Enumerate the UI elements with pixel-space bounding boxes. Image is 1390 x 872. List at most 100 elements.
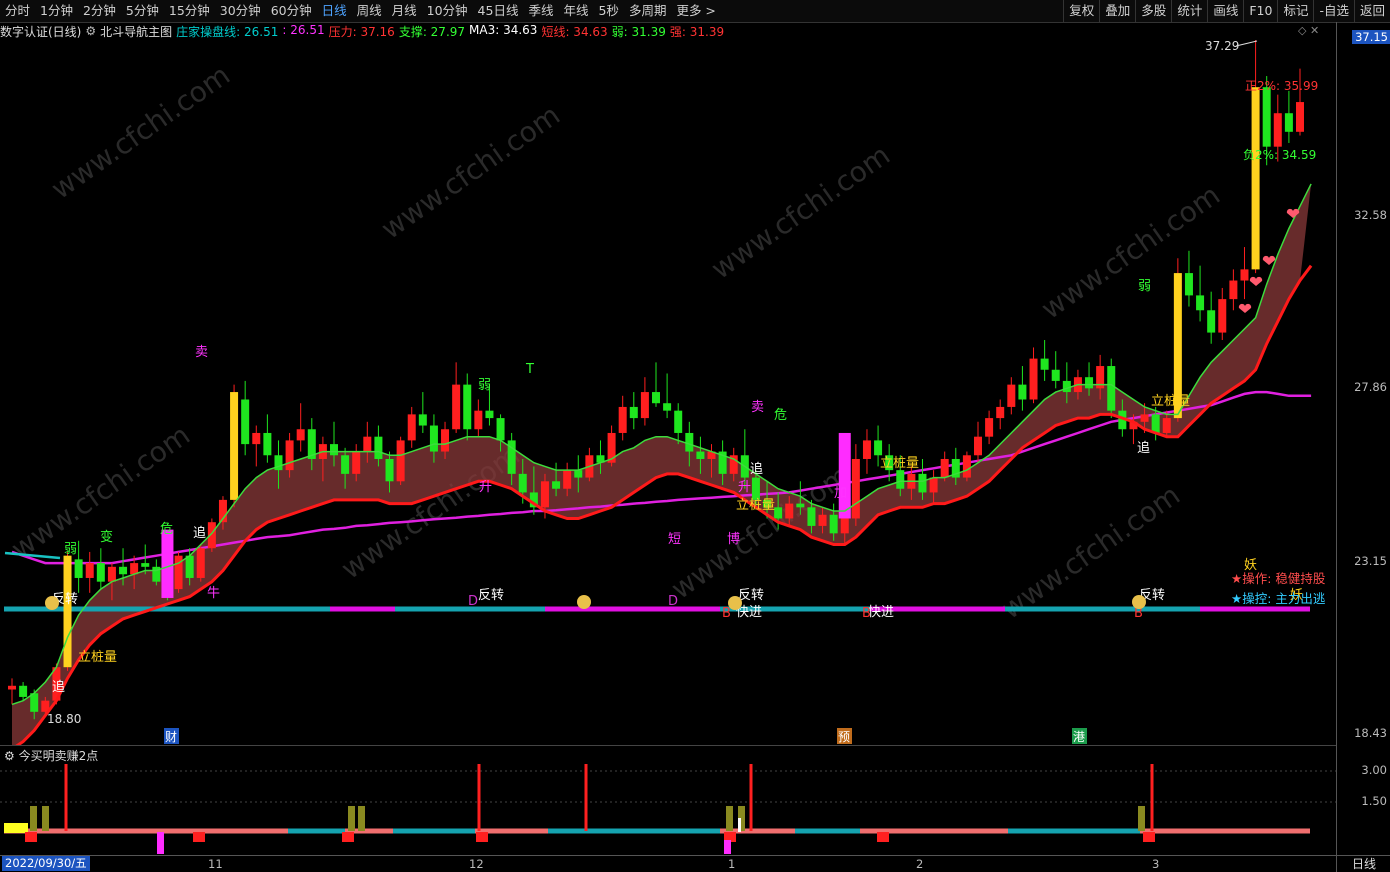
signal-label: 追 (1137, 440, 1150, 456)
signal-label: 弱 (1138, 279, 1151, 294)
candle-body (74, 559, 83, 578)
signal-label: D (468, 594, 478, 609)
period-tab[interactable]: 日线 (317, 0, 352, 22)
candle-body (485, 410, 494, 419)
stock-title[interactable]: 数字认证(日线) (0, 23, 81, 40)
candle-body (1040, 358, 1049, 370)
low-price-label: 18.80 (47, 712, 81, 726)
candle-body (996, 406, 1005, 419)
candle-body (563, 470, 572, 489)
candle-body (230, 392, 239, 500)
sub-red-block (342, 832, 354, 842)
candle-body (119, 566, 128, 575)
period-tab[interactable]: 分时 (0, 0, 35, 22)
period-tab[interactable]: 多周期 (624, 0, 672, 22)
toolbar-button[interactable]: 标记 (1277, 0, 1313, 22)
candle-body (252, 432, 261, 445)
lower-pct-label: 负2%: 34.59 (1243, 148, 1316, 162)
period-tab[interactable]: 5秒 (593, 0, 623, 22)
candle-body (407, 414, 416, 441)
candle-body (974, 436, 982, 456)
candle-body (807, 507, 816, 526)
signal-label: 立桩量 (78, 650, 117, 665)
candle-body (1251, 87, 1260, 270)
candle-body (341, 455, 350, 474)
period-tabs: 分时 1分钟 2分钟 5分钟 15分钟 30分钟 60分钟 日线 周线 月线 10分钟 45日线 季线年… (0, 0, 721, 22)
signal-label: 快进 (868, 605, 894, 620)
settings-icon[interactable]: ⚙ (4, 749, 15, 763)
signal-label: 弱 (64, 542, 77, 557)
candle-body (1273, 113, 1282, 147)
toolbar-button[interactable]: 叠加 (1099, 0, 1135, 22)
candle-body (685, 432, 694, 452)
x-tick-label: 1 (728, 857, 736, 871)
period-tab[interactable]: 年线 (558, 0, 593, 22)
candle-body (518, 473, 527, 493)
toolbar-button[interactable]: 画线 (1207, 0, 1243, 22)
candle-body (1196, 295, 1205, 311)
current-price-label: 37.15 (1352, 30, 1390, 44)
candle-body (1207, 310, 1216, 333)
signal-label: B (862, 606, 871, 621)
signal-label: 卖 (195, 345, 208, 360)
period-tab[interactable]: 2分钟 (78, 0, 121, 22)
candle-body (796, 503, 805, 508)
sub-magenta-block (157, 832, 164, 854)
signal-label: 危 (160, 522, 173, 537)
candle-body (296, 429, 305, 441)
sub-indicator-title[interactable]: ⚙ 今买明卖赚2点 (4, 747, 98, 764)
period-selector-button[interactable]: 日线 (1336, 855, 1390, 872)
candle-body (429, 425, 438, 452)
main-chart-area[interactable]: www.cfchi.com www.cfchi.com www.cfchi.com w… (0, 31, 1336, 751)
high-price-label: 37.29 (1205, 40, 1239, 53)
period-tab[interactable]: 更多 > (671, 0, 720, 22)
signal-label: 立桩量 (880, 456, 919, 471)
candle-body (1029, 358, 1038, 400)
heart-icon (1238, 303, 1252, 313)
settings-icon[interactable]: ⚙ (85, 24, 96, 38)
period-tab[interactable]: 10分钟 (422, 0, 473, 22)
candle-body (629, 406, 638, 419)
sub-chart-area[interactable] (0, 745, 1336, 856)
toolbar-button[interactable]: 复权 (1063, 0, 1099, 22)
signal-label: 追 (52, 679, 65, 695)
candle-body (363, 436, 372, 452)
toolbar-button[interactable]: F10 (1243, 0, 1277, 22)
period-tab[interactable]: 5分钟 (121, 0, 164, 22)
candle-body (618, 406, 627, 433)
y-tick-label: 27.86 (1354, 380, 1387, 394)
period-tab[interactable]: 45日线 (473, 0, 524, 22)
sub-magenta-block (724, 840, 731, 854)
period-tab[interactable]: 15分钟 (164, 0, 215, 22)
sub-olive-bar (358, 806, 365, 831)
candle-body (1240, 269, 1249, 281)
period-tab[interactable]: 周线 (352, 0, 387, 22)
period-tab[interactable]: 季线 (523, 0, 558, 22)
magenta-candle (161, 529, 174, 598)
candle-body (962, 455, 971, 478)
signal-label: 反转 (478, 588, 504, 603)
period-tab[interactable]: 1分钟 (35, 0, 78, 22)
period-tab[interactable]: 30分钟 (215, 0, 266, 22)
operation-label: ★操作: 稳健持股 (1231, 571, 1326, 586)
indicator-name[interactable]: 北斗导航主图 (100, 23, 172, 40)
toolbar-button[interactable]: 多股 (1135, 0, 1171, 22)
candle-body (1229, 280, 1238, 300)
candle-body (640, 392, 649, 419)
signal-label: 立桩量 (1151, 394, 1190, 409)
toolbar-button[interactable]: 返回 (1353, 0, 1390, 22)
sub-red-block (193, 832, 205, 842)
candle-body (818, 514, 827, 526)
candle-body (1062, 380, 1071, 393)
period-tab[interactable]: 月线 (387, 0, 422, 22)
candle-body (774, 507, 783, 519)
toolbar-button[interactable]: -自选 (1313, 0, 1354, 22)
period-tab[interactable]: 60分钟 (266, 0, 317, 22)
candle-body (1140, 414, 1149, 422)
signal-label: D (668, 594, 678, 609)
candle-body (1296, 102, 1304, 132)
signal-label: 牛 (207, 586, 220, 601)
signal-label: 卖 (751, 400, 764, 415)
toolbar-button[interactable]: 统计 (1171, 0, 1207, 22)
window-control-icons[interactable]: ◇ ✕ (1298, 24, 1319, 37)
